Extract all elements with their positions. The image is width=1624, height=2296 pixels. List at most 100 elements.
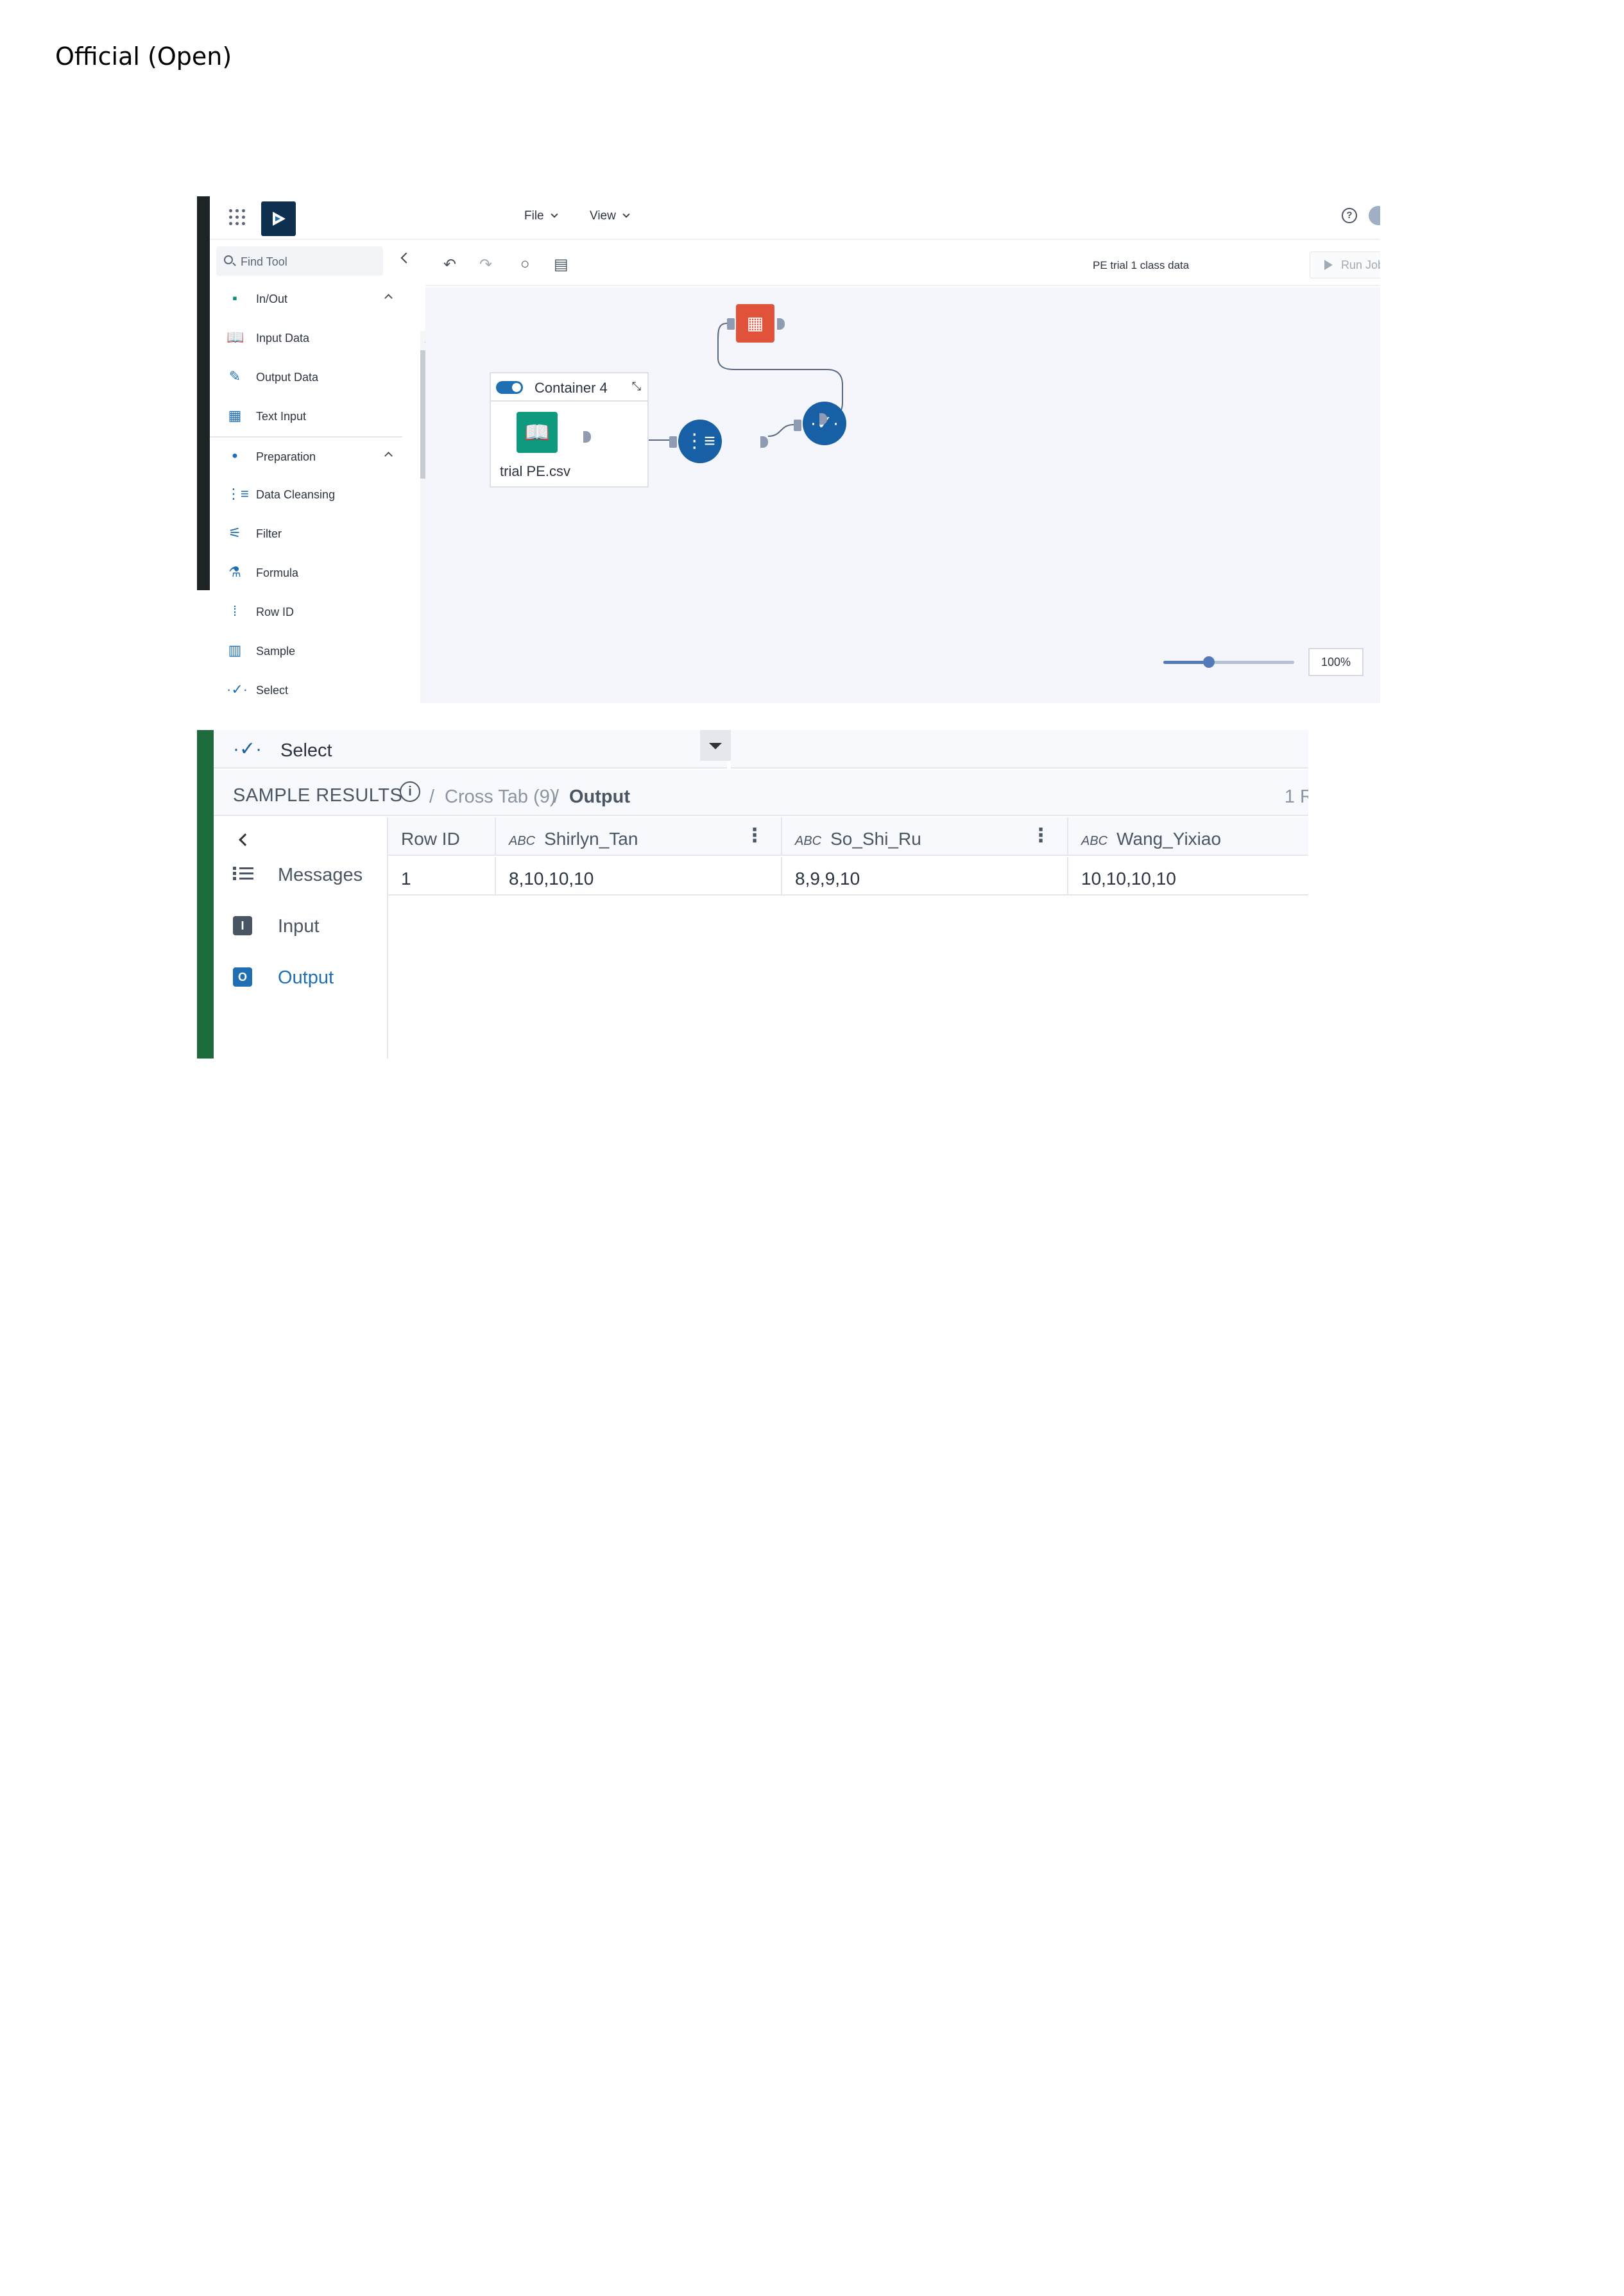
workflow-canvas[interactable]: Container 4 ⤡ 📖 trial PE.csv ⋮≡ ·✓· ▦ 10… — [425, 287, 1380, 703]
tool-filter[interactable]: ⚟ Filter — [210, 514, 402, 554]
window-edge-bar — [197, 196, 210, 590]
input-data-node[interactable]: 📖 — [517, 412, 558, 453]
browse-icon: ▦ — [746, 313, 764, 333]
table-row: 1 8,10,10,10 8,9,9,10 10,10,10,10 — [388, 857, 1308, 896]
column-header[interactable]: ABC Shirlyn_Tan ⋮ — [496, 817, 782, 856]
connection-lines — [590, 323, 843, 441]
input-anchor[interactable] — [794, 420, 801, 431]
flask-icon: ⚗ — [228, 564, 241, 580]
zoom-slider[interactable] — [1163, 656, 1294, 668]
container-4[interactable]: Container 4 ⤡ 📖 trial PE.csv — [490, 372, 649, 488]
nav-input[interactable]: I Input — [214, 907, 387, 946]
collapse-palette-icon[interactable] — [400, 252, 412, 264]
table-cell: 8,9,9,10 — [782, 857, 1068, 896]
book-icon: 📖 — [227, 329, 244, 345]
column-menu-icon[interactable]: ⋮ — [1031, 826, 1050, 846]
results-nav: Messages I Input O Output — [214, 817, 388, 1059]
browse-node[interactable]: ▦ — [736, 304, 774, 343]
tool-formula[interactable]: ⚗ Formula — [210, 554, 402, 593]
table-cell: 8,10,10,10 — [496, 857, 782, 896]
designer-window: File View ? Find Tool ▪ In/Out 📖 Input D… — [197, 196, 1380, 703]
container-toggle[interactable] — [496, 381, 523, 394]
top-menu-bar: File View ? — [210, 196, 1380, 240]
output-icon: ✎ — [228, 368, 241, 384]
input-anchor[interactable] — [727, 318, 735, 330]
record-count: 1 R — [1284, 787, 1308, 807]
chevron-left-icon[interactable] — [239, 833, 252, 846]
folder-icon: ▪ — [232, 290, 237, 306]
search-icon — [224, 255, 233, 264]
selected-tool-name: Select — [280, 740, 332, 761]
container-header: Container 4 ⤡ — [491, 373, 647, 402]
info-icon[interactable]: i — [400, 781, 420, 802]
breadcrumb-separator: / — [429, 787, 435, 807]
chevron-down-icon — [550, 210, 558, 218]
input-badge-icon: I — [233, 916, 252, 935]
string-type-icon: ABC — [509, 834, 536, 848]
designer-logo — [261, 201, 296, 236]
collapse-container-icon[interactable]: ⤡ — [632, 380, 641, 393]
zoom-level[interactable]: 100% — [1308, 648, 1363, 676]
category-in-out[interactable]: ▪ In/Out — [210, 280, 402, 319]
app-launcher-icon[interactable] — [229, 209, 246, 226]
select-icon: ·✓· — [233, 738, 262, 760]
results-header: SAMPLE RESULTS i / Cross Tab (9) / Outpu… — [214, 770, 1308, 816]
nav-output[interactable]: O Output — [214, 958, 387, 997]
tool-sample[interactable]: ▥ Sample — [210, 632, 402, 671]
table-header-row: Row ID ABC Shirlyn_Tan ⋮ ABC So_Shi_Ru ⋮ A… — [388, 817, 1308, 856]
window-edge-bar — [197, 730, 214, 1059]
redo-icon[interactable]: ↷ — [479, 255, 492, 274]
column-menu-icon[interactable]: ⋮ — [745, 826, 764, 846]
cross-tab-node[interactable]: ⋮≡ — [678, 420, 722, 463]
row-id-icon: ⁞ — [232, 603, 237, 619]
tool-input-data[interactable]: 📖 Input Data — [210, 319, 402, 358]
document-classification-label: Official (Open) — [55, 42, 232, 71]
results-window: ·✓· Select SAMPLE RESULTS i / Cross Tab … — [197, 730, 1308, 1059]
results-top-strip — [731, 730, 1308, 769]
input-anchor[interactable] — [669, 436, 677, 448]
file-menu[interactable]: File — [524, 209, 558, 223]
string-type-icon: ABC — [1081, 834, 1108, 848]
undo-icon[interactable]: ↶ — [443, 255, 456, 274]
list-icon — [233, 865, 253, 884]
book-icon: 📖 — [524, 421, 550, 444]
text-input-icon: ▦ — [228, 407, 242, 423]
column-header[interactable]: ABC So_Shi_Ru ⋮ — [782, 817, 1068, 856]
category-preparation[interactable]: ● Preparation — [210, 436, 402, 475]
workflow-title: PE trial 1 class data — [1093, 259, 1190, 271]
tool-data-cleansing[interactable]: ⋮≡ Data Cleansing — [210, 475, 402, 514]
filter-icon: ⚟ — [228, 525, 241, 541]
table-cell: 10,10,10,10 — [1081, 869, 1176, 889]
input-node-label: trial PE.csv — [500, 463, 571, 479]
find-tool-input[interactable]: Find Tool — [216, 246, 383, 276]
column-header-row-id[interactable]: Row ID — [388, 817, 496, 856]
tool-text-input[interactable]: ▦ Text Input — [210, 397, 402, 436]
output-badge-icon: O — [233, 967, 252, 987]
tool-row-id[interactable]: ⁞ Row ID — [210, 593, 402, 632]
results-title: SAMPLE RESULTS — [233, 785, 403, 806]
chevron-down-icon[interactable] — [700, 730, 731, 761]
chevron-up-icon — [384, 452, 393, 460]
table-cell: 1 — [388, 857, 496, 896]
avatar[interactable] — [1369, 206, 1380, 225]
broom-icon: ⋮≡ — [227, 486, 249, 502]
column-header[interactable]: ABC Wang_Yixiao — [1068, 817, 1308, 856]
breadcrumb-output: Output — [569, 787, 631, 807]
container-title: Container 4 — [534, 380, 608, 396]
cross-tab-icon: ⋮≡ — [685, 430, 715, 452]
view-menu[interactable]: View — [590, 209, 630, 223]
tool-selector[interactable]: ·✓· Select — [214, 730, 731, 769]
workflow-config-icon[interactable]: ▤ — [554, 255, 568, 274]
breadcrumb-cross-tab[interactable]: Cross Tab (9) — [445, 787, 556, 808]
tool-output-data[interactable]: ✎ Output Data — [210, 358, 402, 397]
tool-select[interactable]: ·✓· Select — [210, 671, 402, 703]
chevron-up-icon — [384, 294, 393, 302]
canvas-toolbar: ↶ ↷ ○ ▤ PE trial 1 class data Run Job — [425, 241, 1380, 286]
tool-list: ▪ In/Out 📖 Input Data ✎ Output Data ▦ Te… — [210, 280, 402, 703]
breadcrumb-separator: / — [554, 787, 560, 807]
nav-messages[interactable]: Messages — [214, 856, 387, 894]
zoom-slider-fill — [1163, 661, 1209, 664]
comment-icon[interactable]: ○ — [520, 255, 530, 273]
help-icon[interactable]: ? — [1342, 208, 1357, 223]
run-job-button[interactable]: Run Job — [1310, 251, 1380, 278]
